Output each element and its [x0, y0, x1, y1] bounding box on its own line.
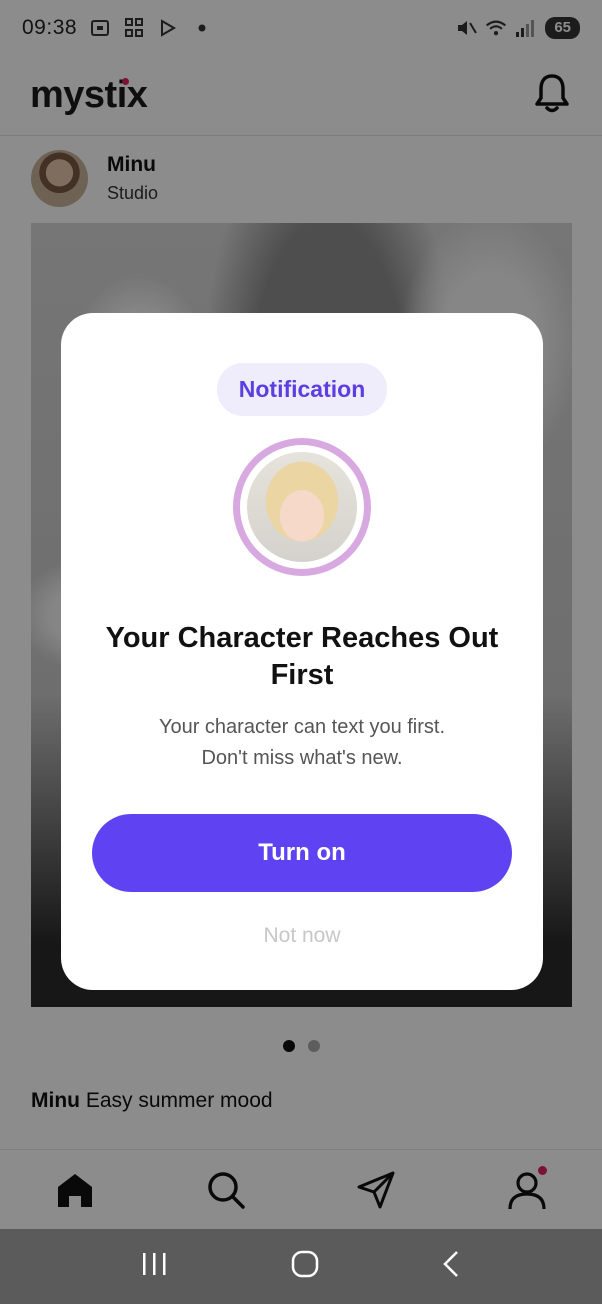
description-line-2: Don't miss what's new.	[201, 747, 403, 769]
not-now-button[interactable]: Not now	[263, 924, 340, 948]
turn-on-button[interactable]: Turn on	[92, 814, 512, 892]
character-avatar-ring	[233, 438, 371, 576]
recent-apps-icon[interactable]	[141, 1251, 169, 1282]
notification-permission-modal: Notification Your Character Reaches Out …	[61, 313, 543, 990]
character-avatar	[247, 452, 357, 562]
description-line-1: Your character can text you first.	[158, 716, 446, 738]
system-nav-bar	[0, 1229, 602, 1304]
modal-description: Your character can text you first. Don't…	[92, 712, 512, 774]
modal-title: Your Character Reaches Out First	[105, 622, 499, 691]
home-button-icon[interactable]	[291, 1250, 319, 1283]
notification-chip: Notification	[216, 363, 388, 416]
back-icon[interactable]	[441, 1250, 461, 1283]
